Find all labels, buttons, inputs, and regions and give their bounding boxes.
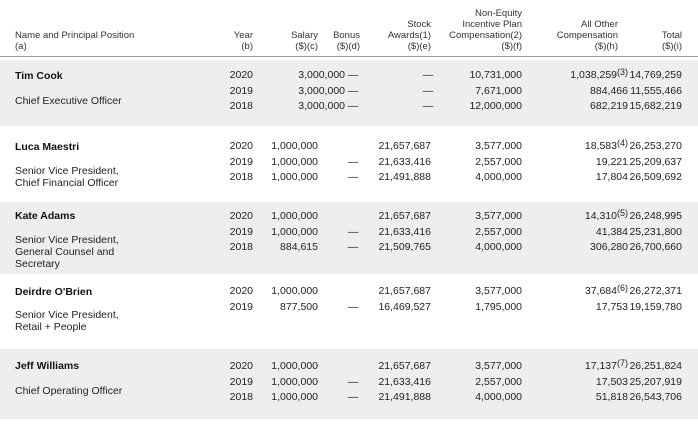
table-row: Luca Maestri Senior Vice President, Chie… bbox=[0, 131, 698, 198]
non-equity-cell: 3,577,000 2,557,000 4,000,000 bbox=[475, 210, 522, 253]
salary-cell: 1,000,000 877,500 bbox=[271, 285, 318, 313]
total-cell: 26,251,824 25,207,919 26,543,706 bbox=[629, 360, 682, 403]
footnote-ref: (5) bbox=[617, 208, 628, 218]
executive-title: Senior Vice President, Retail + People bbox=[15, 309, 119, 333]
all-other-first-value: 14,310 bbox=[584, 210, 617, 222]
all-other-rest-values: 884,466 682,219 bbox=[590, 84, 628, 113]
footnote-ref: (4) bbox=[617, 138, 628, 148]
all-other-rest-values: 17,503 51,818 bbox=[595, 375, 628, 404]
total-cell: 14,769,259 11,555,466 15,682,219 bbox=[629, 69, 682, 112]
header-year: Year (b) bbox=[233, 30, 253, 52]
stock-awards-cell: 21,657,687 21,633,416 21,491,888 bbox=[378, 140, 431, 183]
salary-cell: 3,000,000 3,000,000 3,000,000 bbox=[298, 69, 345, 112]
bonus-cell: — — bbox=[347, 375, 359, 404]
header-stock-awards: Stock Awards(1) ($)(e) bbox=[387, 19, 431, 52]
non-equity-cell: 10,731,000 7,671,000 12,000,000 bbox=[469, 69, 522, 112]
stock-awards-cell: — — — bbox=[422, 69, 434, 112]
executive-title: Senior Vice President, Chief Financial O… bbox=[15, 165, 119, 189]
year-cell: 2020 2019 2018 bbox=[229, 140, 253, 183]
executive-name: Tim Cook bbox=[15, 70, 63, 82]
stock-awards-cell: 21,657,687 21,633,416 21,509,765 bbox=[378, 210, 431, 253]
table-row: Deirdre O'Brien Senior Vice President, R… bbox=[0, 279, 698, 345]
salary-cell: 1,000,000 1,000,000 1,000,000 bbox=[271, 360, 318, 403]
all-other-cell: 1,038,259(3) 884,466 682,219 bbox=[570, 68, 628, 115]
header-non-equity: Non-Equity Incentive Plan Compensation(2… bbox=[449, 8, 522, 52]
executive-name: Deirdre O'Brien bbox=[15, 286, 93, 298]
all-other-first-value: 37,684 bbox=[584, 285, 617, 297]
table-header: Name and Principal Position (a) Year (b)… bbox=[0, 0, 698, 57]
all-other-rest-values: 19,221 17,804 bbox=[595, 155, 628, 184]
footnote-ref: (6) bbox=[617, 283, 628, 293]
all-other-cell: 14,310(5) 41,384 306,280 bbox=[585, 209, 628, 256]
footnote-ref: (7) bbox=[617, 358, 628, 368]
compensation-table: Name and Principal Position (a) Year (b)… bbox=[0, 0, 698, 425]
header-bonus: Bonus ($)(d) bbox=[333, 30, 360, 52]
header-salary: Salary ($)(c) bbox=[291, 30, 318, 52]
year-cell: 2020 2019 2018 bbox=[229, 69, 253, 112]
total-cell: 26,248,995 25,231,800 26,700,660 bbox=[629, 210, 682, 253]
bonus-cell: — — bbox=[347, 155, 359, 184]
header-name-position: Name and Principal Position (a) bbox=[15, 30, 135, 52]
all-other-rest-values: 17,753 bbox=[595, 300, 628, 313]
executive-name: Luca Maestri bbox=[15, 141, 80, 153]
all-other-cell: 17,137(7) 17,503 51,818 bbox=[585, 359, 628, 406]
footnote-ref: (3) bbox=[617, 67, 628, 77]
table-row: Kate Adams Senior Vice President, Genera… bbox=[0, 202, 698, 274]
executive-title: Chief Operating Officer bbox=[15, 385, 123, 397]
header-total: Total ($)(i) bbox=[661, 30, 682, 52]
executive-title: Chief Executive Officer bbox=[15, 95, 122, 107]
year-cell: 2020 2019 bbox=[229, 285, 253, 313]
year-cell: 2020 2019 2018 bbox=[229, 360, 253, 403]
table-row: Jeff Williams Chief Operating Officer 20… bbox=[0, 349, 698, 419]
bonus-cell: — bbox=[347, 300, 359, 313]
non-equity-cell: 3,577,000 2,557,000 4,000,000 bbox=[475, 140, 522, 183]
salary-cell: 1,000,000 1,000,000 884,615 bbox=[271, 210, 318, 253]
executive-name: Kate Adams bbox=[15, 210, 76, 222]
table-row: Tim Cook Chief Executive Officer 2020 20… bbox=[0, 60, 698, 126]
executive-name: Jeff Williams bbox=[15, 360, 80, 372]
bonus-cell: — — bbox=[347, 225, 359, 254]
non-equity-cell: 3,577,000 2,557,000 4,000,000 bbox=[475, 360, 522, 403]
all-other-first-value: 17,137 bbox=[584, 360, 617, 372]
salary-cell: 1,000,000 1,000,000 1,000,000 bbox=[271, 140, 318, 183]
all-other-cell: 37,684(6) 17,753 bbox=[585, 284, 628, 315]
header-all-other: All Other Compensation ($)(h) bbox=[556, 19, 618, 52]
year-cell: 2020 2019 2018 bbox=[229, 210, 253, 253]
total-cell: 26,253,270 25,209,637 26,509,692 bbox=[629, 140, 682, 183]
total-cell: 26,272,371 19,159,780 bbox=[629, 285, 682, 313]
non-equity-cell: 3,577,000 1,795,000 bbox=[475, 285, 522, 313]
all-other-first-value: 18,583 bbox=[584, 140, 617, 152]
all-other-cell: 18,583(4) 19,221 17,804 bbox=[585, 139, 628, 186]
stock-awards-cell: 21,657,687 16,469,527 bbox=[378, 285, 431, 313]
stock-awards-cell: 21,657,687 21,633,416 21,491,888 bbox=[378, 360, 431, 403]
all-other-rest-values: 41,384 306,280 bbox=[590, 225, 628, 254]
bonus-cell: — — — bbox=[347, 69, 359, 112]
executive-title: Senior Vice President, General Counsel a… bbox=[15, 234, 119, 270]
all-other-first-value: 1,038,259 bbox=[570, 69, 617, 81]
